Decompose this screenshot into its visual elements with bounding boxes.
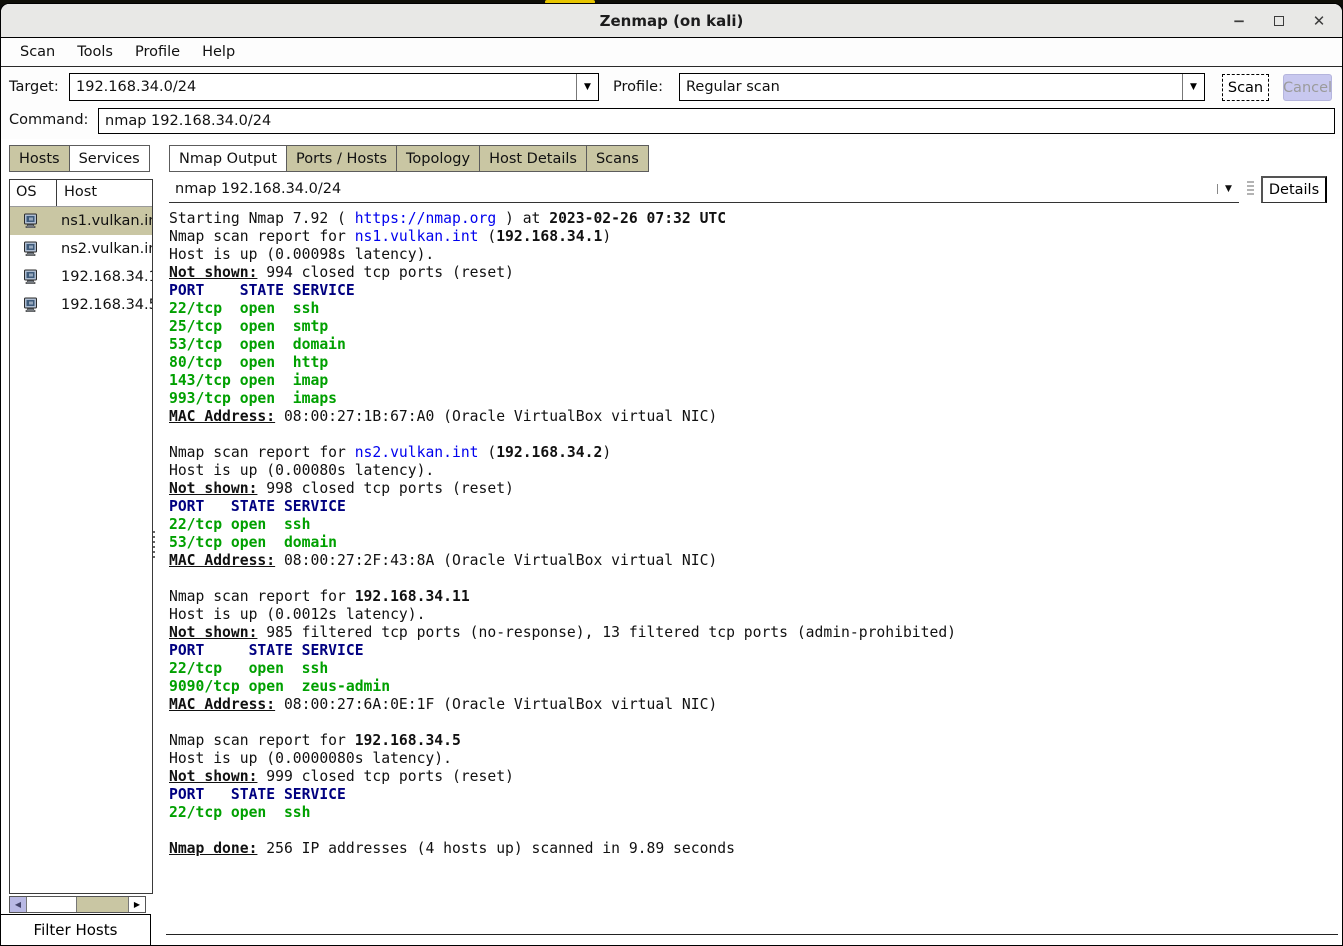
host-list: OS Host ns1.vulkan.int ns2.vulkan.int 192.…: [9, 179, 153, 894]
close-icon[interactable]: ✕: [1306, 8, 1332, 34]
sidebar-tabs: Hosts Services: [9, 145, 150, 172]
target-label: Target:: [9, 79, 59, 95]
maximize-icon[interactable]: [1266, 8, 1292, 34]
horizontal-scrollbar[interactable]: ◀ ▶: [9, 896, 146, 913]
grip-handle-icon: [1247, 181, 1254, 197]
menu-scan[interactable]: Scan: [9, 41, 66, 63]
command-entry[interactable]: nmap 192.168.34.0/24: [98, 108, 1335, 134]
target-input[interactable]: 192.168.34.0/24: [70, 79, 576, 95]
scan-output-selected[interactable]: nmap 192.168.34.0/24: [169, 181, 1217, 197]
host-name: 192.168.34.11: [61, 269, 152, 285]
cancel-button: Cancel: [1283, 74, 1332, 101]
toolbar: Target: 192.168.34.0/24 ▼ Profile: Regul…: [1, 67, 1342, 139]
column-host[interactable]: Host: [57, 180, 152, 206]
tab-hosts[interactable]: Hosts: [9, 145, 70, 172]
zenmap-window: Zenmap (on kali) − ✕ Scan Tools Profile …: [0, 3, 1343, 946]
target-combo[interactable]: 192.168.34.0/24 ▼: [69, 73, 599, 101]
pane-splitter-handle[interactable]: [151, 531, 157, 559]
profile-label: Profile:: [613, 79, 663, 95]
host-name: 192.168.34.5: [61, 297, 152, 313]
minimize-icon[interactable]: −: [1226, 8, 1252, 34]
host-list-item[interactable]: ns1.vulkan.int: [10, 207, 152, 235]
tab-services[interactable]: Services: [70, 145, 150, 172]
host-list-item[interactable]: 192.168.34.5: [10, 291, 152, 319]
tab-topology[interactable]: Topology: [397, 145, 480, 172]
chevron-down-icon[interactable]: ▼: [576, 74, 598, 100]
menu-tools[interactable]: Tools: [66, 41, 124, 63]
host-list-item[interactable]: 192.168.34.11: [10, 263, 152, 291]
tab-scans[interactable]: Scans: [587, 145, 649, 172]
results-panel: Nmap Output Ports / Hosts Topology Host …: [161, 139, 1342, 945]
host-list-header: OS Host: [10, 180, 152, 207]
host-list-item[interactable]: ns2.vulkan.int: [10, 235, 152, 263]
scroll-right-icon[interactable]: ▶: [128, 897, 145, 912]
scan-output-combo[interactable]: nmap 192.168.34.0/24 ▼: [169, 176, 1239, 203]
command-input[interactable]: nmap 192.168.34.0/24: [99, 113, 277, 129]
profile-combo[interactable]: Regular scan ▼: [679, 73, 1205, 101]
window-controls: − ✕: [1226, 4, 1332, 37]
host-name: ns2.vulkan.int: [61, 241, 152, 257]
nmap-output-text[interactable]: Starting Nmap 7.92 ( https://nmap.org ) …: [169, 210, 1336, 915]
menu-profile[interactable]: Profile: [124, 41, 191, 63]
host-name: ns1.vulkan.int: [61, 213, 152, 229]
column-os[interactable]: OS: [10, 180, 57, 206]
menu-bar: Scan Tools Profile Help: [1, 38, 1342, 67]
host-computer-icon: [23, 241, 39, 257]
host-computer-icon: [23, 297, 39, 313]
scroll-left-icon[interactable]: ◀: [10, 897, 27, 912]
hosts-panel: Hosts Services OS Host ns1.vulkan.int ns2…: [1, 139, 161, 945]
host-rows: ns1.vulkan.int ns2.vulkan.int 192.168.34.1…: [10, 207, 152, 319]
profile-input[interactable]: Regular scan: [680, 79, 1182, 95]
host-computer-icon: [23, 269, 39, 285]
titlebar: Zenmap (on kali) − ✕: [1, 4, 1342, 38]
command-label: Command:: [9, 112, 88, 128]
window-title: Zenmap (on kali): [600, 12, 744, 30]
tab-ports-hosts[interactable]: Ports / Hosts: [287, 145, 397, 172]
result-tabs: Nmap Output Ports / Hosts Topology Host …: [169, 145, 649, 172]
chevron-down-icon[interactable]: ▼: [1217, 184, 1239, 194]
main-area: Hosts Services OS Host ns1.vulkan.int ns2…: [1, 139, 1342, 945]
tab-nmap-output[interactable]: Nmap Output: [169, 145, 287, 172]
scan-button[interactable]: Scan: [1222, 74, 1269, 101]
host-computer-icon: [23, 213, 39, 229]
tab-host-details[interactable]: Host Details: [480, 145, 587, 172]
filter-hosts-button[interactable]: Filter Hosts: [1, 914, 151, 945]
chevron-down-icon[interactable]: ▼: [1182, 74, 1204, 100]
bottom-separator: [166, 934, 1338, 935]
menu-help[interactable]: Help: [191, 41, 246, 63]
details-button[interactable]: Details: [1261, 176, 1327, 203]
output-bar: nmap 192.168.34.0/24 ▼ Details: [169, 176, 1327, 203]
scrollbar-thumb[interactable]: [27, 897, 77, 912]
